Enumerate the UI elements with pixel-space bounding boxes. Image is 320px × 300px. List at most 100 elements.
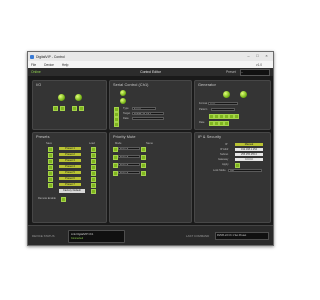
priority-mode-select[interactable]: Default bbox=[118, 170, 140, 175]
presets-panel: Presets Save Load Preset 1 Preset 2 Pres… bbox=[32, 132, 107, 223]
remote-enable-toggle[interactable] bbox=[61, 197, 67, 203]
preset-save-button[interactable] bbox=[48, 153, 54, 159]
generator-panel-title: Generator bbox=[198, 83, 216, 87]
subnet-label: Subnet bbox=[220, 153, 229, 156]
app-window: DigitalVIP - Control – □ × File Device H… bbox=[27, 51, 274, 246]
close-icon[interactable]: × bbox=[262, 53, 271, 59]
generator-format-label: Format bbox=[199, 102, 208, 105]
gateway-label: Gateway bbox=[218, 158, 229, 161]
preset-save-button[interactable] bbox=[48, 147, 54, 153]
connection-status: Online bbox=[31, 70, 41, 74]
ip-address-field[interactable]: 192.168.1.254 bbox=[235, 147, 263, 152]
preset-save-button[interactable] bbox=[48, 165, 54, 171]
preset-save-button[interactable] bbox=[48, 183, 54, 189]
io-panel-title: I/O bbox=[36, 83, 42, 87]
io-button[interactable] bbox=[60, 106, 66, 112]
preset-name: Preset 2 bbox=[59, 152, 81, 157]
serial-type-label: Type bbox=[123, 107, 129, 110]
preset-name: Preset 5 bbox=[59, 170, 81, 175]
factory-default-button[interactable]: Factory Default bbox=[59, 189, 85, 193]
preset-load-button[interactable] bbox=[91, 165, 97, 171]
ip-security-panel: IP & Security IP Manual IP Addr 192.168.… bbox=[194, 132, 271, 223]
preset-save-button[interactable] bbox=[48, 159, 54, 165]
remote-enable-label: Remote Enable bbox=[38, 197, 56, 200]
preset-load-button[interactable] bbox=[91, 171, 97, 177]
priority-enable-button[interactable] bbox=[141, 147, 147, 153]
priority-mute-panel: Priority Mute Mode Name Default Default … bbox=[109, 132, 192, 223]
generator-pattern-label: Pattern bbox=[199, 108, 208, 111]
generator-rate-label: Rate bbox=[199, 121, 205, 124]
presets-save-header: Save bbox=[46, 142, 52, 145]
app-icon bbox=[30, 54, 34, 59]
preset-save-button[interactable] bbox=[48, 171, 54, 177]
main-area: I/O Serial Control (Ch1) Type Serial Tar… bbox=[28, 76, 273, 245]
serial-type-select[interactable]: Serial bbox=[132, 106, 156, 111]
ip-panel-title: IP & Security bbox=[198, 135, 222, 139]
preset-select[interactable]: -- bbox=[240, 69, 270, 76]
serial-control-panel: Serial Control (Ch1) Type Serial Target … bbox=[109, 80, 192, 130]
preset-load-button[interactable] bbox=[91, 183, 97, 189]
window-title: DigitalVIP - Control bbox=[36, 54, 65, 59]
io-button[interactable] bbox=[72, 106, 78, 112]
preset-name: Preset 4 bbox=[59, 164, 81, 169]
serial-target-label: Target bbox=[123, 112, 131, 115]
rate-button[interactable] bbox=[224, 121, 230, 127]
preset-load-button[interactable] bbox=[91, 189, 97, 195]
device-status-label: DEVICE STATUS bbox=[32, 234, 55, 238]
priority-name-header: Name bbox=[146, 142, 153, 145]
preset-load-button[interactable] bbox=[91, 177, 97, 183]
last-command-value: DVMX-22 Ch 1 Set Preset bbox=[217, 234, 247, 237]
preset-name: Preset 1 bbox=[59, 146, 81, 151]
generator-panel: Generator Format Auto Pattern Rate bbox=[194, 80, 271, 130]
preset-load-button[interactable] bbox=[91, 153, 97, 159]
priority-enable-button[interactable] bbox=[141, 171, 147, 177]
priority-mode-select[interactable]: Default bbox=[118, 162, 140, 167]
preset-name: Preset 6 bbox=[59, 176, 81, 181]
serial-data-field[interactable] bbox=[132, 116, 164, 121]
input-led-icon bbox=[58, 94, 65, 101]
priority-enable-button[interactable] bbox=[141, 163, 147, 169]
toolbar: Online Control Editor Preset -- bbox=[28, 68, 273, 76]
io-button[interactable] bbox=[79, 106, 85, 112]
serial-button[interactable] bbox=[114, 122, 120, 128]
apply-label: Apply bbox=[222, 163, 229, 166]
pattern-button[interactable] bbox=[234, 114, 240, 120]
preset-load-button[interactable] bbox=[91, 159, 97, 165]
subnet-field[interactable]: 255.255.255.0 bbox=[235, 152, 263, 157]
preset-save-button[interactable] bbox=[48, 177, 54, 183]
maximize-icon[interactable]: □ bbox=[253, 53, 262, 59]
presets-panel-title: Presets bbox=[36, 135, 50, 139]
minimize-icon[interactable]: – bbox=[244, 53, 253, 59]
last-command-box: DVMX-22 Ch 1 Set Preset bbox=[215, 232, 269, 240]
priority-mode-select[interactable]: Default bbox=[118, 146, 140, 151]
ip-mode-label: IP bbox=[225, 143, 228, 146]
menu-version: v1.0 bbox=[255, 62, 262, 67]
menu-help[interactable]: Help bbox=[62, 63, 69, 67]
serial-target-select[interactable]: DVMX-22 Ch 1 bbox=[132, 111, 164, 116]
preset-name: Preset 7 bbox=[59, 182, 81, 187]
generator-led-icon bbox=[223, 91, 230, 98]
menu-device[interactable]: Device bbox=[44, 63, 54, 67]
io-button[interactable] bbox=[53, 106, 59, 112]
last-command-label: LAST COMMAND bbox=[186, 234, 210, 238]
toolbar-title: Control Editor bbox=[140, 70, 161, 74]
device-connected-text: Connected bbox=[71, 237, 84, 240]
serial-panel-title: Serial Control (Ch1) bbox=[113, 83, 149, 87]
priority-panel-title: Priority Mute bbox=[113, 135, 136, 139]
menu-file[interactable]: File bbox=[31, 63, 36, 67]
gateway-field[interactable]: 0.0.0.0 bbox=[235, 157, 263, 162]
priority-mode-select[interactable]: Default bbox=[118, 154, 140, 159]
lock-mode-select[interactable]: Off bbox=[228, 168, 262, 173]
preset-name: Preset 3 bbox=[59, 158, 81, 163]
io-panel: I/O bbox=[32, 80, 107, 130]
generator-format-select[interactable]: Auto bbox=[208, 101, 238, 106]
serial-led-icon bbox=[120, 98, 126, 104]
ip-mode-button[interactable]: Manual bbox=[235, 142, 263, 147]
preset-load-button[interactable] bbox=[91, 147, 97, 153]
priority-enable-button[interactable] bbox=[141, 155, 147, 161]
generator-pattern-select[interactable] bbox=[211, 107, 235, 112]
title-bar: DigitalVIP - Control – □ × bbox=[28, 52, 273, 61]
generator-led-icon bbox=[240, 91, 247, 98]
apply-button[interactable] bbox=[235, 163, 241, 169]
device-status-box: Link DigitalVIP Ch1 Connected bbox=[68, 230, 125, 243]
